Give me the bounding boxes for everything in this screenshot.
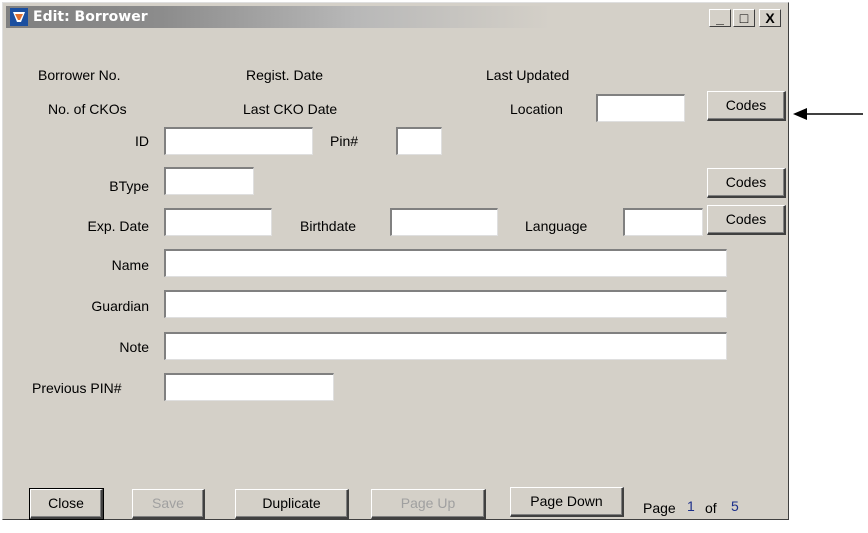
location-codes-button[interactable]: Codes <box>707 91 786 121</box>
birthdate-field[interactable] <box>390 208 498 236</box>
close-window-button[interactable]: X <box>759 9 781 27</box>
location-label: Location <box>510 101 563 117</box>
close-button[interactable]: Close <box>29 488 104 520</box>
language-codes-button[interactable]: Codes <box>707 205 786 235</box>
pin-label: Pin# <box>330 133 359 149</box>
maximize-button[interactable]: □ <box>733 9 755 27</box>
previous-pin-field[interactable] <box>164 373 334 401</box>
previous-pin-label: Previous PIN# <box>32 380 122 396</box>
exp-date-label: Exp. Date <box>87 218 149 234</box>
pin-field[interactable] <box>396 127 442 155</box>
btype-label: BType <box>109 178 149 194</box>
guardian-label: Guardian <box>91 298 149 314</box>
id-label: ID <box>135 133 149 149</box>
location-field[interactable] <box>596 94 685 122</box>
borrower-no-label: Borrower No. <box>38 67 121 83</box>
name-label: Name <box>111 257 149 273</box>
page-down-button[interactable]: Page Down <box>510 487 624 517</box>
save-button[interactable]: Save <box>132 489 205 519</box>
note-field[interactable] <box>164 332 727 360</box>
language-label: Language <box>525 218 588 234</box>
btype-codes-button[interactable]: Codes <box>707 168 786 198</box>
last-updated-label: Last Updated <box>486 67 570 83</box>
title-bar[interactable]: Edit: Borrower _ □ X <box>6 6 785 28</box>
page-up-button[interactable]: Page Up <box>371 489 486 519</box>
edit-borrower-window: Edit: Borrower _ □ X Borrower No. Regist… <box>2 2 789 520</box>
duplicate-button[interactable]: Duplicate <box>235 489 349 519</box>
minimize-button[interactable]: _ <box>709 9 731 27</box>
page-total: 5 <box>731 498 739 514</box>
guardian-field[interactable] <box>164 290 727 318</box>
num-ckos-label: No. of CKOs <box>48 101 127 117</box>
note-label: Note <box>119 339 149 355</box>
exp-date-field[interactable] <box>164 208 272 236</box>
page-current: 1 <box>687 498 695 514</box>
name-field[interactable] <box>164 249 727 277</box>
last-cko-date-label: Last CKO Date <box>243 101 338 117</box>
page-of-label: of <box>705 500 717 516</box>
window-title: Edit: Borrower <box>33 9 148 25</box>
language-field[interactable] <box>623 208 703 236</box>
birthdate-label: Birthdate <box>300 218 357 234</box>
annotation-arrow-icon <box>793 108 863 120</box>
regist-date-label: Regist. Date <box>246 67 324 83</box>
app-icon <box>10 8 28 26</box>
id-field[interactable] <box>164 127 313 155</box>
page-label: Page <box>643 500 676 516</box>
btype-field[interactable] <box>164 167 254 195</box>
